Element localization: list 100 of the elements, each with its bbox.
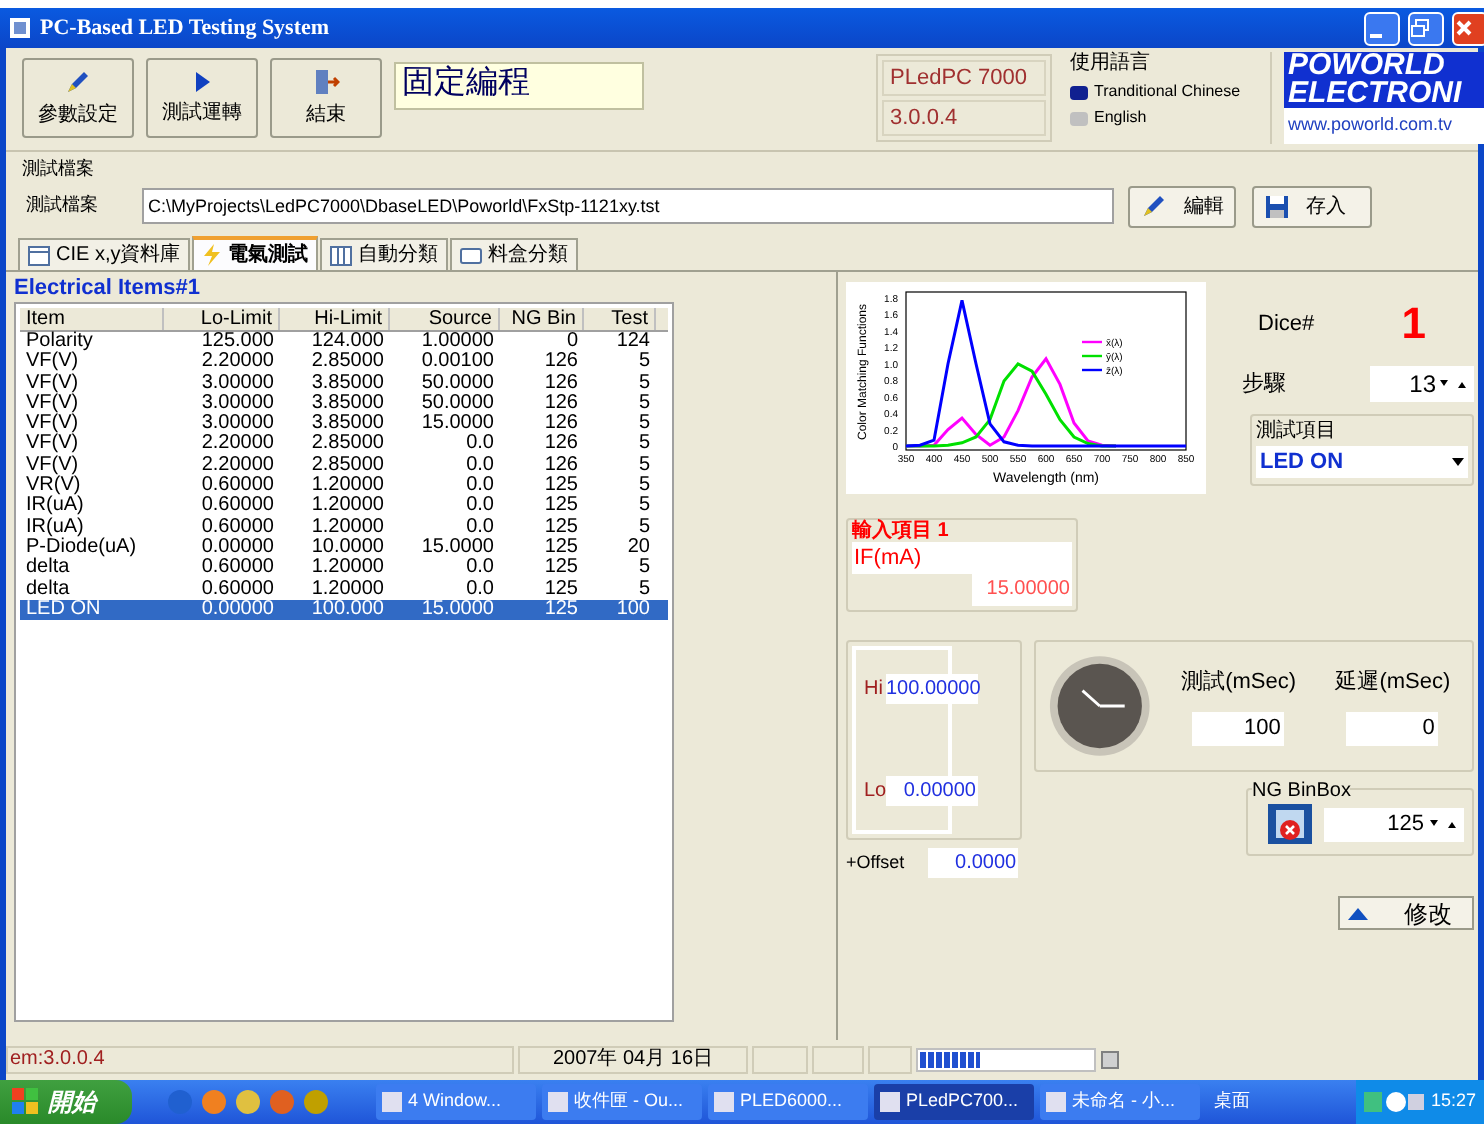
table-row[interactable]: delta 0.60000 1.20000 0.0 125 5 xyxy=(20,579,668,600)
table-cell-text: 3.00000 xyxy=(199,373,276,394)
offset-field[interactable]: 0.0000 xyxy=(928,848,1019,878)
table-cell-text: 125 xyxy=(542,476,580,497)
table-cell-text: 1.20000 xyxy=(309,517,386,538)
table-cell-text: Polarity xyxy=(24,332,95,352)
website-link[interactable]: www.poworld.com.tv xyxy=(1284,112,1484,139)
table-row[interactable]: VF(V) 2.20000 2.85000 0.0 126 5 xyxy=(20,434,668,456)
table-row[interactable]: VF(V) 2.20000 2.85000 0.00100 126 5 xyxy=(20,352,668,374)
tab[interactable]: 料盒分類 xyxy=(450,238,579,270)
modify-button[interactable]: 修改 xyxy=(1338,896,1474,930)
table-cell-text: 1.20000 xyxy=(309,558,386,580)
radio-button[interactable] xyxy=(1070,111,1088,125)
delay-time-field[interactable]: 0 xyxy=(1346,711,1439,746)
taskbar-button[interactable]: 未命名 - 小... xyxy=(1040,1084,1200,1120)
taskbar-button[interactable]: 收件匣 - Ou... xyxy=(542,1084,702,1120)
table-row[interactable]: Polarity 125.000 124.000 1.00000 0 124 xyxy=(20,332,668,353)
limit-label: Hi xyxy=(864,676,882,704)
table-cell-text: 1.20000 xyxy=(309,579,386,600)
toolbar-button[interactable]: 結束 xyxy=(270,58,382,138)
table-row[interactable]: VR(V) 0.60000 1.20000 0.0 125 5 xyxy=(20,476,668,497)
table-cell-text: 2.20000 xyxy=(199,455,276,476)
column-header[interactable]: Lo-Limit xyxy=(164,308,280,330)
input-name-field[interactable]: IF(mA) xyxy=(852,542,1072,574)
start-button[interactable]: 開始 xyxy=(0,1080,132,1124)
table-cell-text: 5 xyxy=(636,496,652,518)
radio-button[interactable] xyxy=(1070,85,1088,99)
column-header[interactable]: Test xyxy=(584,308,656,330)
table-row[interactable]: delta 0.60000 1.20000 0.0 125 5 xyxy=(20,558,668,580)
table-cell-text: 3.85000 xyxy=(309,393,386,414)
table-cell-text: 2.20000 xyxy=(199,434,276,456)
mode-label: 固定編程 xyxy=(394,62,644,110)
table-cell-text: 15.0000 xyxy=(419,599,496,621)
taskbar-button[interactable]: 4 Window... xyxy=(376,1084,536,1120)
window-icon xyxy=(1046,1092,1066,1112)
table-row[interactable]: VF(V) 3.00000 3.85000 15.0000 126 5 xyxy=(20,414,668,435)
maximize-button[interactable] xyxy=(1408,11,1444,45)
hi-limit-field[interactable]: 100.00000 xyxy=(886,674,978,704)
taskbar-button[interactable]: PLedPC700... xyxy=(874,1084,1034,1120)
restore-icon xyxy=(1410,18,1430,38)
step-spinner[interactable]: 13 xyxy=(1370,366,1474,402)
toolbar-button[interactable]: 測試運轉 xyxy=(146,58,258,138)
table-cell-text: 5 xyxy=(636,373,652,394)
table-cell-text: 5 xyxy=(636,393,652,414)
lightning-icon xyxy=(202,244,223,266)
column-header[interactable]: Hi-Limit xyxy=(280,308,390,330)
table-row[interactable]: IR(uA) 0.60000 1.20000 0.0 125 5 xyxy=(20,517,668,538)
table-cell-text: 126 xyxy=(542,434,580,456)
tray-icons-drawing xyxy=(1364,1090,1425,1114)
table-cell-text: 1.20000 xyxy=(309,476,386,497)
column-header[interactable]: NG Bin xyxy=(500,308,584,330)
minimize-icon xyxy=(1370,34,1382,38)
field-label: 測試檔案 xyxy=(24,192,100,219)
test-time-field[interactable]: 100 xyxy=(1192,711,1285,746)
table-cell-text: 0.0 xyxy=(464,517,496,538)
minimize-button[interactable] xyxy=(1364,11,1400,45)
test-item-dropdown[interactable]: LED ON xyxy=(1256,446,1468,478)
table-cell-text: 3.85000 xyxy=(309,373,386,394)
quick-launch-icon[interactable] xyxy=(200,1088,228,1116)
table-cell-text: 1.00000 xyxy=(419,332,496,352)
column-header[interactable]: Item xyxy=(20,308,164,330)
dropdown-arrow-icon xyxy=(1452,458,1464,466)
version-label: 3.0.0.4 xyxy=(882,100,1046,136)
spinner-arrows-icon xyxy=(1440,378,1468,390)
group-title: 測試項目 xyxy=(1256,417,1338,446)
table-row[interactable]: LED ON 0.00000 100.000 15.0000 125 100 xyxy=(20,599,668,621)
table-cell-text: 126 xyxy=(542,414,580,435)
tab[interactable]: 電氣測試 xyxy=(192,236,319,270)
file-button[interactable]: 存入 xyxy=(1252,185,1372,227)
spinner-arrows-icon xyxy=(1430,818,1458,830)
table-cell-text: 0.60000 xyxy=(199,517,276,538)
taskbar-button[interactable]: PLED6000... xyxy=(708,1084,868,1120)
group-title: 輸入項目 1 xyxy=(852,520,951,542)
window-icon xyxy=(548,1092,568,1112)
table-row[interactable]: IR(uA) 0.60000 1.20000 0.0 125 5 xyxy=(20,496,668,518)
table-row[interactable]: VF(V) 2.20000 2.85000 0.0 126 5 xyxy=(20,455,668,477)
column-header[interactable]: Source xyxy=(390,308,500,330)
quick-launch-icon[interactable] xyxy=(234,1088,262,1116)
table-row[interactable]: VF(V) 3.00000 3.85000 50.0000 126 5 xyxy=(20,373,668,394)
close-button[interactable] xyxy=(1452,11,1484,45)
file-path-field[interactable]: C:\MyProjects\LedPC7000\DbaseLED\Poworld\FxStp-1121xy.tst xyxy=(142,188,1114,224)
lo-limit-field[interactable]: 0.00000 xyxy=(886,776,978,806)
play-icon xyxy=(192,69,212,93)
group-title: Electrical Items#1 xyxy=(14,276,202,300)
table-cell-text: 0.0 xyxy=(464,434,496,456)
quick-launch-icon[interactable] xyxy=(302,1088,330,1116)
table-row[interactable]: VF(V) 3.00000 3.85000 50.0000 126 5 xyxy=(20,393,668,415)
table-cell-text: 20 xyxy=(625,537,652,558)
ng-bin-spinner[interactable]: 125 xyxy=(1324,807,1464,841)
file-button[interactable]: 編輯 xyxy=(1128,185,1236,227)
table-cell-text: 5 xyxy=(636,476,652,497)
table-cell-text: 0.60000 xyxy=(199,558,276,580)
tab[interactable]: 自動分類 xyxy=(320,238,449,270)
tab[interactable]: CIE x,y資料庫 xyxy=(18,238,191,270)
table-row[interactable]: P-Diode(uA) 0.00000 10.0000 15.0000 125 20 xyxy=(20,537,668,559)
toolbar-button[interactable]: 參數設定 xyxy=(22,58,134,138)
table-cell-text: 0.0 xyxy=(464,455,496,476)
table-cell-text: P-Diode(uA) xyxy=(24,537,139,558)
table-cell-text: 5 xyxy=(636,414,652,435)
table-cell-text: 0.0 xyxy=(464,558,496,580)
